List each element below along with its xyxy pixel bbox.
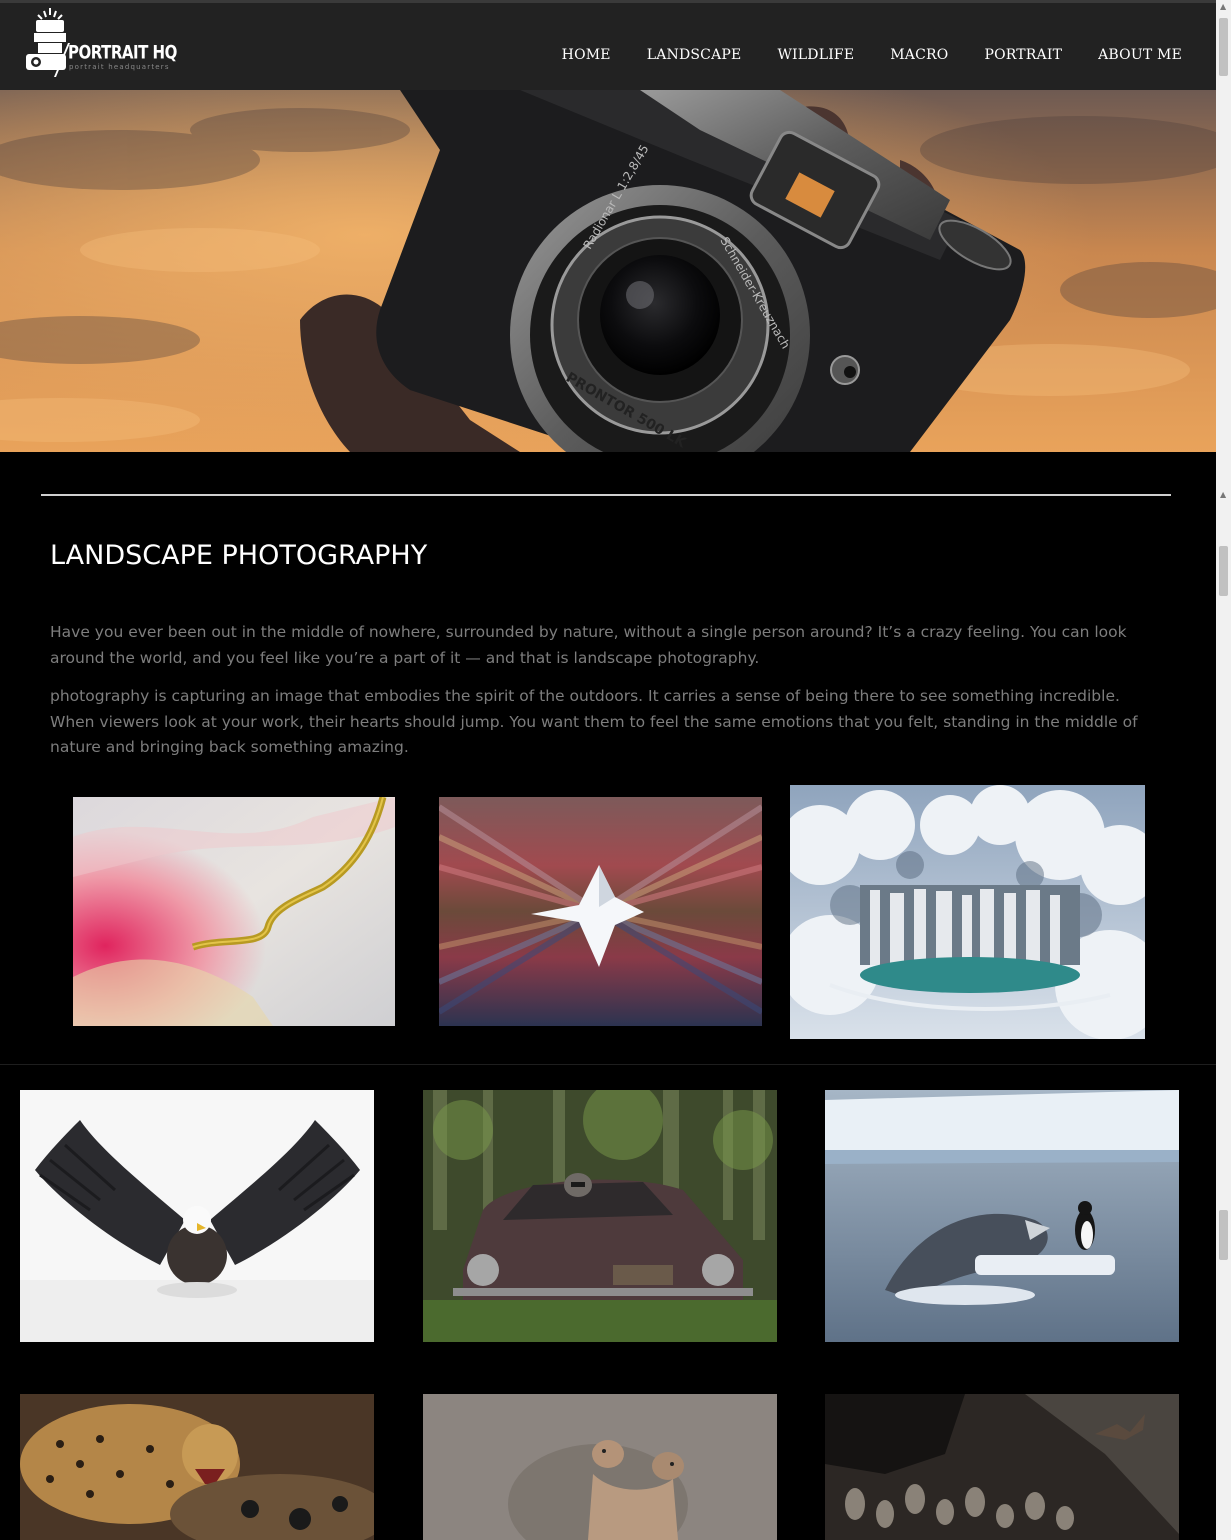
wildlife-photo-seal-penguin[interactable] [825,1090,1179,1342]
scroll-marker-icon: ▲ [1220,490,1227,499]
inner-scrollbar-thumb[interactable] [1219,546,1228,596]
nav-item-portrait[interactable]: PORTRAIT [984,47,1062,63]
section-divider [41,494,1171,496]
hero-camera-image: Radionar L 1:2,8/45 Schneider-Kreuznach … [0,90,1216,452]
nav-item-macro[interactable]: MACRO [890,47,948,63]
nav-item-about-me[interactable]: ABOUT ME [1098,47,1182,63]
wildlife-photo-raccoon-car[interactable] [423,1090,777,1342]
nav-item-landscape[interactable]: LANDSCAPE [647,47,742,63]
wildlife-photo-eagle[interactable] [20,1090,374,1342]
nav-item-wildlife[interactable]: WILDLIFE [777,47,854,63]
wildlife-photo-cheetah[interactable] [20,1394,374,1540]
scrollbar-thumb[interactable] [1219,18,1228,76]
brand-name: PORTRAIT HQ [68,41,177,64]
wildlife-photo-cougar-cubs[interactable] [423,1394,777,1540]
nav-item-home[interactable]: HOME [562,47,611,63]
landscape-photo-salt-flats[interactable] [73,797,395,1026]
wildlife-photo-cliff-bird[interactable] [825,1394,1179,1540]
landscape-photo-iceberg-reflection[interactable] [439,797,762,1026]
scroll-up-icon[interactable]: ▲ [1220,2,1226,11]
landscape-photo-frozen-waterfalls[interactable] [790,785,1145,1039]
brand-tagline: portrait headquarters [69,63,170,71]
lower-scrollbar-thumb[interactable] [1219,1210,1228,1260]
site-header: PORTRAIT HQ portrait headquarters HOME L… [0,0,1216,90]
intro-paragraph-1: Have you ever been out in the middle of … [50,623,1127,667]
main-nav: HOME LANDSCAPE WILDLIFE MACRO PORTRAIT A… [526,47,1182,63]
gallery-divider [0,1064,1216,1065]
section-title: LANDSCAPE PHOTOGRAPHY [50,540,428,571]
intro-paragraph-2: photography is capturing an image that e… [50,687,1138,756]
page-scrollbar[interactable]: ▲ ▲ [1216,0,1231,1540]
